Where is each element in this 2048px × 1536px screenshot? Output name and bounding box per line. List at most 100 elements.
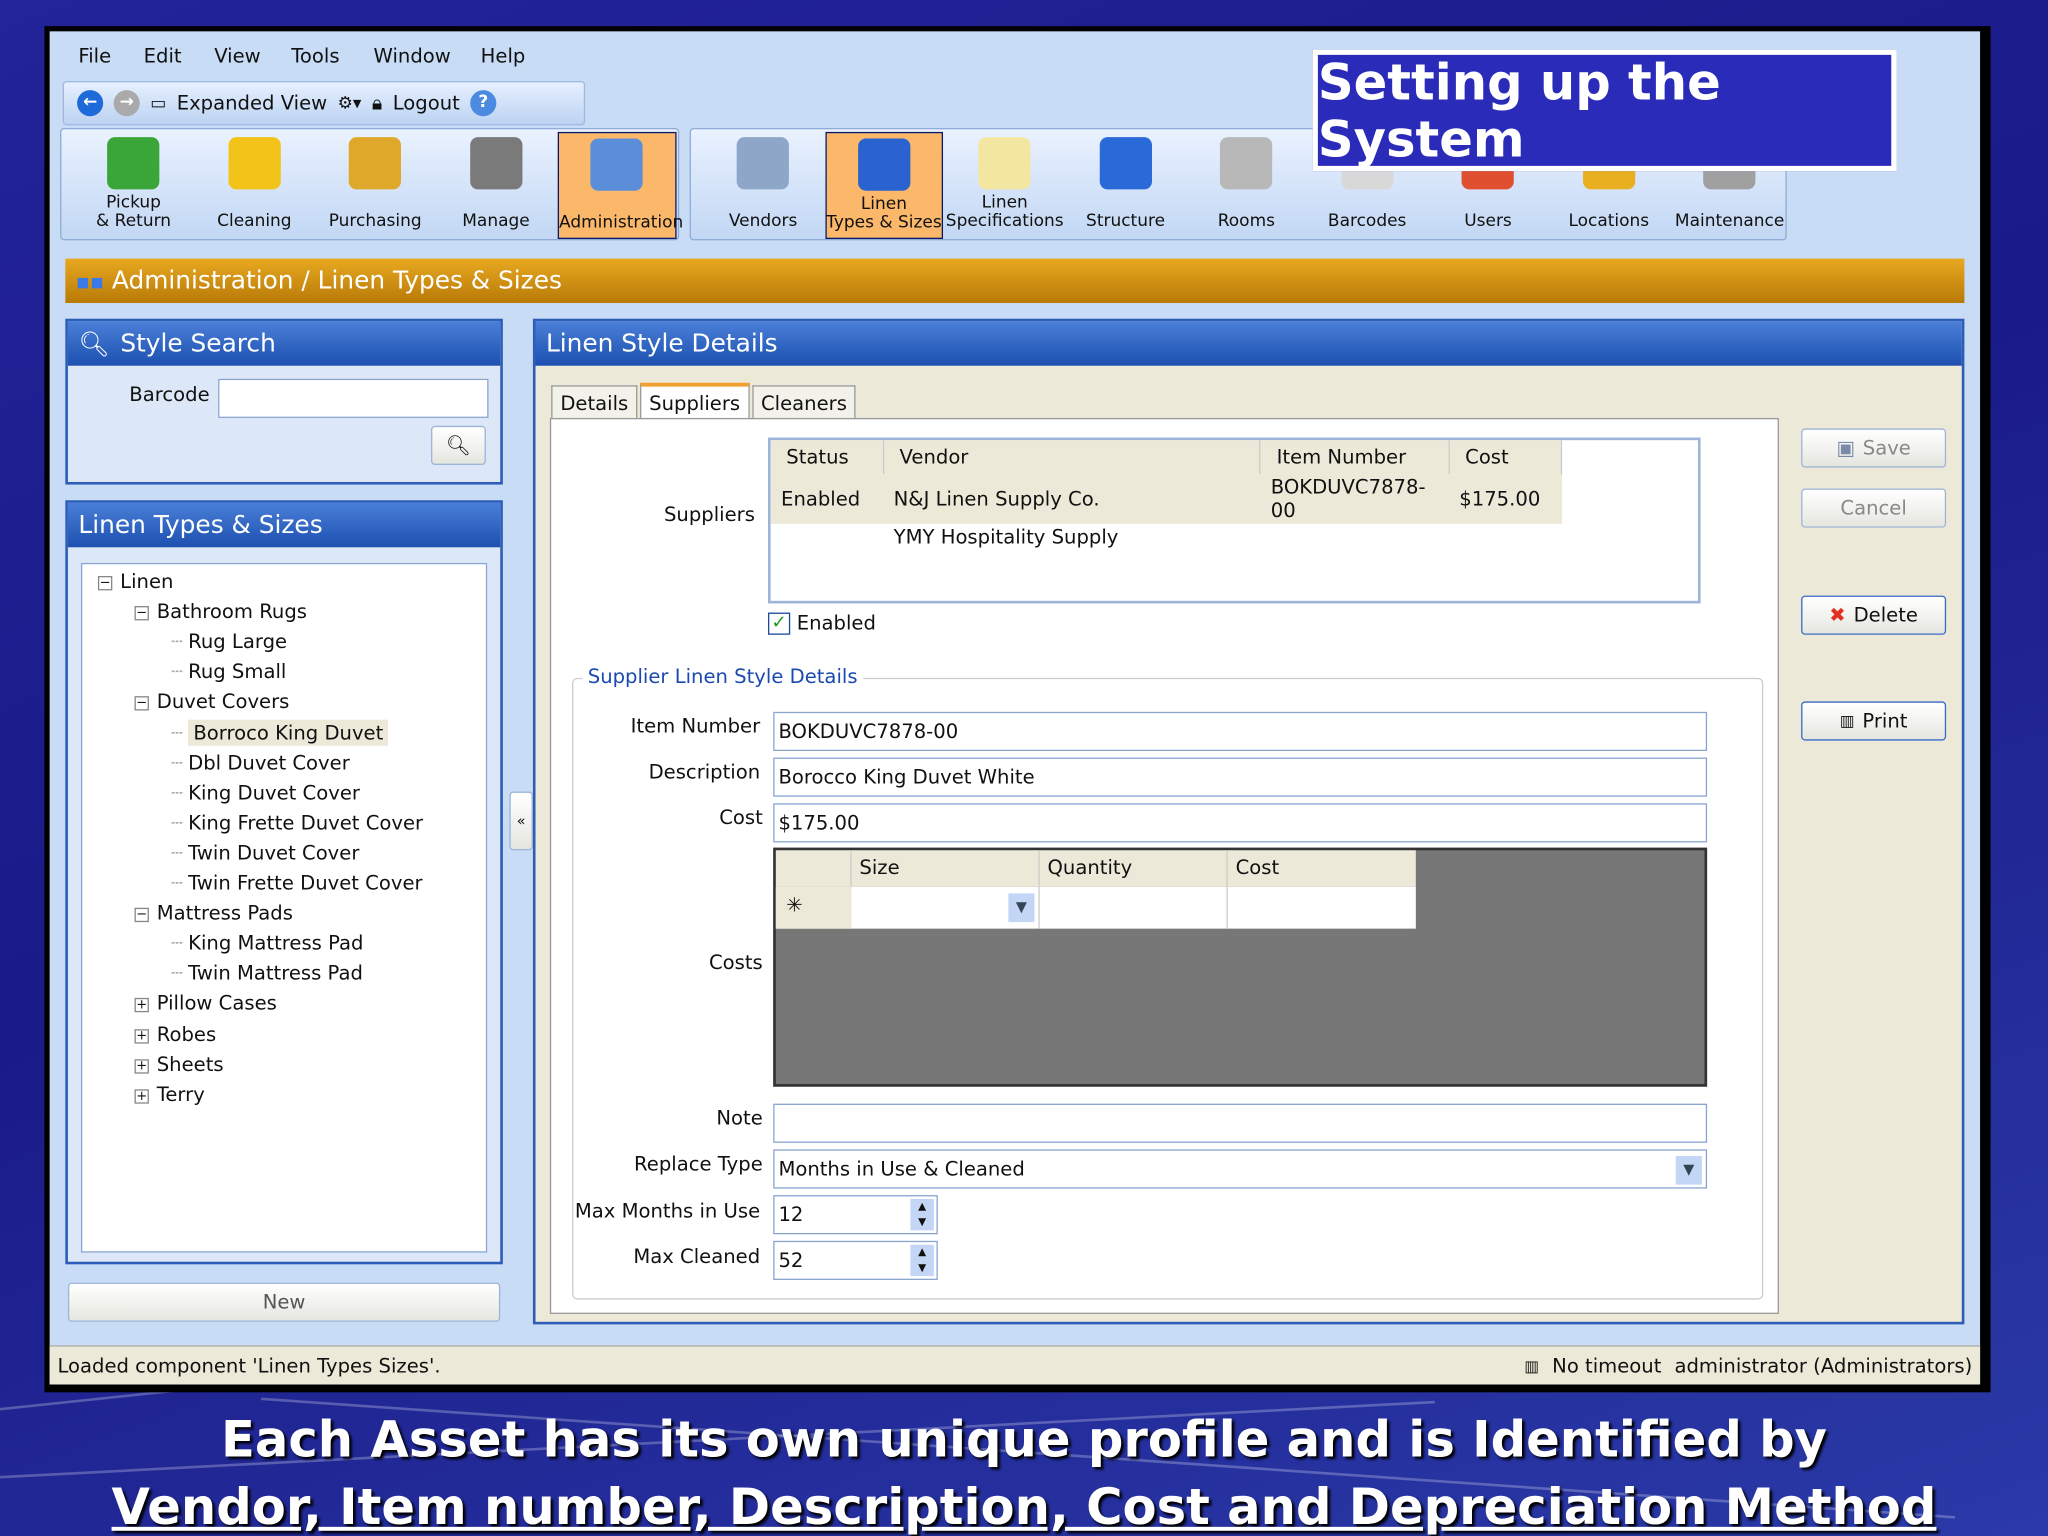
- forward-icon[interactable]: →: [113, 90, 140, 117]
- collapse-icon[interactable]: −: [134, 606, 149, 621]
- col-cost[interactable]: Cost: [1228, 850, 1416, 887]
- tree-node[interactable]: + Terry: [134, 1082, 205, 1106]
- ribbon-label: Types & Sizes: [826, 212, 942, 233]
- collapse-icon[interactable]: −: [134, 907, 149, 923]
- ribbon-button-vendors[interactable]: Vendors: [704, 132, 822, 239]
- tree-node[interactable]: ┄ King Mattress Pad: [171, 932, 363, 956]
- col-item-number[interactable]: Item Number: [1260, 440, 1450, 475]
- ribbon-label-line1: [316, 195, 434, 213]
- expand-icon[interactable]: +: [134, 998, 149, 1013]
- tab-suppliers[interactable]: Suppliers: [640, 382, 750, 422]
- tab-cleaners[interactable]: Cleaners: [751, 385, 857, 421]
- chevron-down-icon[interactable]: ▼: [1675, 1155, 1702, 1185]
- replace-type-select[interactable]: Months in Use & Cleaned ▼: [773, 1149, 1708, 1189]
- tree-node[interactable]: + Pillow Cases: [134, 992, 277, 1015]
- ribbon-button-types-sizes[interactable]: Linen Types & Sizes: [824, 131, 944, 240]
- tree-node[interactable]: + Robes: [134, 1022, 217, 1046]
- col-vendor[interactable]: Vendor: [883, 440, 1261, 475]
- ribbon-label: Barcodes: [1327, 211, 1407, 232]
- tree-node[interactable]: ┄ Rug Small: [171, 660, 286, 684]
- menu-file[interactable]: File: [78, 44, 111, 68]
- ribbon-label-line1: [559, 196, 675, 214]
- table-row[interactable]: YMY Hospitality Supply: [771, 524, 1562, 550]
- search-button[interactable]: 🔍︎: [431, 425, 486, 465]
- tree-connector-icon: ┄: [171, 810, 183, 835]
- col-cost[interactable]: Cost: [1448, 440, 1563, 475]
- cost-cell[interactable]: [1228, 887, 1416, 929]
- new-button[interactable]: New: [67, 1282, 501, 1322]
- tree-node[interactable]: ┄ King Duvet Cover: [171, 781, 360, 805]
- spin-arrows-icon[interactable]: ▲ ▼: [910, 1199, 934, 1231]
- delete-button[interactable]: ✖ Delete: [1801, 595, 1947, 635]
- tree-node[interactable]: ┄ Dbl Duvet Cover: [171, 750, 350, 774]
- logout-button[interactable]: Logout: [393, 91, 460, 115]
- chevron-down-icon[interactable]: ▼: [1008, 893, 1035, 923]
- ribbon-button-administration[interactable]: Administration: [557, 131, 683, 240]
- ribbon-button-cleaning[interactable]: Cleaning: [195, 132, 313, 239]
- ribbon-button-purchasing[interactable]: Purchasing: [316, 132, 434, 239]
- print-button[interactable]: ▥ Print: [1801, 701, 1947, 741]
- menu-help[interactable]: Help: [481, 44, 526, 68]
- tree-node[interactable]: + Sheets: [134, 1052, 224, 1076]
- expand-icon[interactable]: +: [134, 1058, 149, 1074]
- enabled-label: Enabled: [796, 611, 876, 635]
- suppliers-label: Suppliers: [663, 502, 755, 527]
- help-icon[interactable]: ?: [470, 90, 497, 117]
- collapse-icon[interactable]: −: [97, 575, 113, 591]
- ribbon-button-manage[interactable]: Manage: [437, 132, 555, 239]
- barcode-input[interactable]: [218, 378, 489, 418]
- expand-icon[interactable]: +: [134, 1088, 149, 1104]
- cancel-button[interactable]: Cancel: [1801, 488, 1947, 528]
- ribbon-label: Vendors: [728, 211, 798, 232]
- settings-dropdown-icon[interactable]: ⚙▾: [338, 93, 362, 113]
- table-row[interactable]: Enabled N&J Linen Supply Co. BOKDUVC7878-0…: [770, 474, 1562, 524]
- expand-icon[interactable]: +: [134, 1028, 149, 1043]
- tree-node[interactable]: − Linen: [97, 569, 173, 593]
- tree-node[interactable]: ┄ Borroco King Duvet: [171, 719, 389, 746]
- max-months-label: Max Months in Use: [574, 1199, 761, 1223]
- save-button[interactable]: ▣ Save: [1801, 428, 1947, 468]
- collapse-icon[interactable]: −: [134, 696, 149, 712]
- description-input[interactable]: Borocco King Duvet White: [773, 757, 1708, 797]
- max-months-stepper[interactable]: 12 ▲ ▼: [773, 1195, 938, 1235]
- tree-node[interactable]: − Bathroom Rugs: [134, 600, 307, 623]
- max-cleaned-stepper[interactable]: 52 ▲ ▼: [773, 1240, 938, 1280]
- cost-input[interactable]: $175.00: [773, 803, 1708, 843]
- ribbon-label-line1: [1308, 195, 1426, 213]
- tab-details[interactable]: Details: [551, 385, 638, 421]
- col-status[interactable]: Status: [770, 440, 884, 475]
- tree-node[interactable]: ┄ King Frette Duvet Cover: [171, 811, 423, 835]
- menu-window[interactable]: Window: [374, 44, 451, 68]
- ribbon-button-structure[interactable]: Structure: [1066, 132, 1184, 239]
- collapse-panel-button[interactable]: «: [509, 791, 533, 851]
- enabled-checkbox[interactable]: ✓ Enabled: [767, 611, 876, 635]
- ribbon-button-rooms[interactable]: Rooms: [1187, 132, 1305, 239]
- ribbon-button--return[interactable]: Pickup & Return: [74, 132, 192, 239]
- tree-node-label: Robes: [156, 1022, 217, 1046]
- grid-cell: N&J Linen Supply Co.: [893, 487, 1100, 511]
- expanded-view-button[interactable]: Expanded View: [177, 91, 327, 115]
- tree-node[interactable]: ┄ Twin Duvet Cover: [171, 841, 359, 865]
- tree-node[interactable]: ┄ Twin Mattress Pad: [171, 962, 363, 986]
- col-quantity[interactable]: Quantity: [1040, 850, 1228, 887]
- col-size[interactable]: Size: [852, 850, 1040, 887]
- ribbon-button-specifications[interactable]: Linen Specifications: [946, 132, 1064, 239]
- tree-node[interactable]: ┄ Rug Large: [171, 630, 287, 654]
- spin-arrows-icon[interactable]: ▲ ▼: [910, 1244, 934, 1277]
- menu-tools[interactable]: Tools: [291, 44, 339, 68]
- tree-node-label: Twin Mattress Pad: [188, 961, 363, 986]
- back-icon[interactable]: ←: [77, 90, 104, 117]
- tree-node[interactable]: ┄ Twin Frette Duvet Cover: [171, 871, 422, 895]
- checkbox-checked-icon[interactable]: ✓: [767, 611, 791, 635]
- tree-node[interactable]: − Mattress Pads: [134, 901, 293, 925]
- item-number-input[interactable]: BOKDUVC7878-00: [773, 711, 1708, 752]
- menu-edit[interactable]: Edit: [144, 44, 182, 68]
- tree-node[interactable]: − Duvet Covers: [134, 690, 289, 714]
- menu-view[interactable]: View: [214, 44, 261, 68]
- ribbon-label-line1: Linen: [860, 194, 907, 215]
- quantity-cell[interactable]: [1040, 886, 1228, 929]
- note-input[interactable]: [773, 1103, 1708, 1143]
- size-cell[interactable]: ▼: [852, 886, 1040, 929]
- tree-node-label: Mattress Pads: [156, 901, 293, 925]
- suppliers-grid: Status Vendor Item Number Cost Enabled N&J Li…: [767, 437, 1701, 604]
